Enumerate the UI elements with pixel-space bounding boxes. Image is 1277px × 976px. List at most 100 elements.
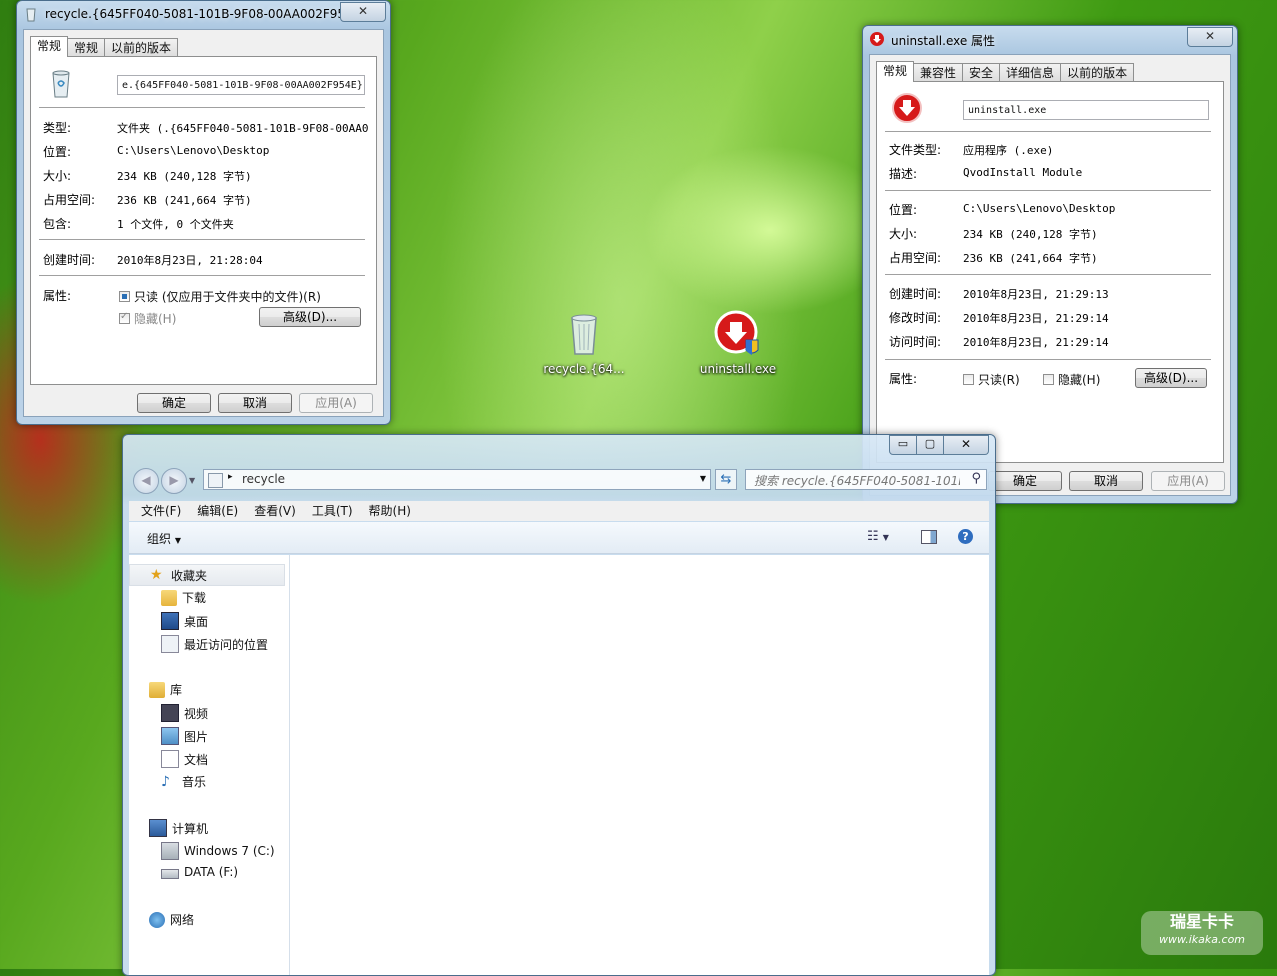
watermark-logo: 瑞星卡卡 www.ikaka.com [1141, 911, 1263, 955]
nav-network[interactable]: 网络 [149, 911, 194, 928]
search-box[interactable]: 搜索 recycle.{645FF040-5081-101B... ⚲ [745, 469, 987, 490]
close-button[interactable]: ✕ [944, 435, 989, 455]
nav-desktop[interactable]: 桌面 [161, 612, 208, 630]
menu-bar: 文件(F) 编辑(E) 查看(V) 工具(T) 帮助(H) [129, 501, 989, 521]
tab-previous-versions[interactable]: 以前的版本 [104, 38, 179, 57]
file-list-pane[interactable] [290, 555, 989, 975]
modified-label: 修改时间: [889, 311, 942, 325]
menu-view[interactable]: 查看(V) [254, 504, 296, 518]
nav-drive-f[interactable]: DATA (F:) [161, 865, 238, 879]
tab-general[interactable]: 常规 [876, 61, 915, 82]
tab-general-2[interactable]: 常规 [67, 38, 106, 57]
divider [885, 190, 1211, 191]
nav-documents[interactable]: 文档 [161, 750, 208, 768]
apply-button[interactable]: 应用(A) [299, 393, 373, 413]
tab-panel: e.{645FF040-5081-101B-9F08-00AA002F954E}… [30, 56, 377, 385]
address-text: recycle [242, 472, 286, 486]
nav-music[interactable]: ♪ 音乐 [161, 773, 206, 790]
organize-button[interactable]: 组织 ▼ [147, 530, 181, 547]
nav-label: 库 [170, 683, 183, 697]
menu-help[interactable]: 帮助(H) [369, 504, 411, 518]
pictures-icon [161, 727, 179, 745]
refresh-button[interactable]: ⇆ [715, 469, 737, 490]
nav-label: 图片 [184, 729, 209, 744]
ok-button[interactable]: 确定 [988, 471, 1062, 491]
window-title: recycle.{645FF040-5081-101B-9F08-00AA002… [45, 7, 357, 21]
tab-general[interactable]: 常规 [30, 36, 69, 57]
title-bar[interactable]: recycle.{645FF040-5081-101B-9F08-00AA002… [17, 1, 390, 27]
location-label: 位置: [889, 203, 918, 217]
tab-compatibility[interactable]: 兼容性 [913, 63, 964, 82]
nav-videos[interactable]: 视频 [161, 704, 208, 722]
advanced-button[interactable]: 高级(D)... [259, 307, 361, 327]
readonly-checkbox[interactable] [119, 291, 130, 302]
contains-label: 包含: [43, 217, 72, 231]
folder-icon [45, 67, 77, 102]
created-value: 2010年8月23日, 21:28:04 [117, 254, 263, 267]
address-bar[interactable]: ▸ recycle ▼ [203, 469, 711, 490]
search-placeholder: 搜索 recycle.{645FF040-5081-101B... [754, 474, 960, 488]
hidden-checkbox[interactable] [1043, 374, 1054, 385]
nav-drive-c[interactable]: Windows 7 (C:) [161, 842, 275, 860]
location-value: C:\Users\Lenovo\Desktop [963, 202, 1116, 215]
divider [885, 131, 1211, 132]
hidden-checkbox-label: 隐藏(H) [1058, 373, 1101, 387]
uninstall-exe-icon [869, 31, 885, 47]
nav-favorites[interactable]: ★ 收藏夹 [129, 564, 285, 586]
library-icon [149, 681, 165, 698]
name-field[interactable]: uninstall.exe [963, 100, 1209, 120]
menu-file[interactable]: 文件(F) [141, 504, 181, 518]
nav-computer[interactable]: 计算机 [149, 819, 208, 837]
accessed-value: 2010年8月23日, 21:29:14 [963, 336, 1109, 349]
change-view-icon[interactable]: ☷ ▼ [867, 529, 889, 544]
close-button[interactable]: ✕ [1187, 27, 1233, 47]
explorer-window: ▭ ▢ ✕ ◀ ▶ ▼ ▸ recycle ▼ ⇆ 搜索 recycle.{64… [122, 434, 996, 976]
tab-security[interactable]: 安全 [962, 63, 1001, 82]
nav-label: 音乐 [182, 775, 207, 789]
apply-button[interactable]: 应用(A) [1151, 471, 1225, 491]
tab-strip: 常规 常规 以前的版本 [30, 36, 179, 57]
nav-pictures[interactable]: 图片 [161, 727, 208, 745]
address-dropdown-icon[interactable]: ▼ [700, 474, 706, 483]
help-icon[interactable]: ? [958, 529, 973, 544]
recycle-properties-window: recycle.{645FF040-5081-101B-9F08-00AA002… [16, 0, 391, 425]
attributes-label: 属性: [43, 289, 72, 303]
desktop-icon-label: recycle.{64... [543, 362, 625, 376]
forward-button[interactable]: ▶ [161, 468, 187, 494]
window-controls: ▭ ▢ ✕ [889, 435, 989, 455]
desktop-icon-recycle[interactable]: recycle.{64... [539, 310, 629, 376]
uninstall-properties-window: uninstall.exe 属性 ✕ 常规 兼容性 安全 详细信息 以前的版本 … [862, 25, 1238, 504]
window-title: uninstall.exe 属性 [891, 34, 996, 48]
tab-details[interactable]: 详细信息 [999, 63, 1062, 82]
minimize-button[interactable]: ▭ [889, 435, 917, 455]
uninstall-exe-icon [714, 310, 762, 358]
advanced-button[interactable]: 高级(D)... [1135, 368, 1207, 388]
cancel-button[interactable]: 取消 [218, 393, 292, 413]
menu-tools[interactable]: 工具(T) [312, 504, 353, 518]
desktop-icon-uninstall[interactable]: uninstall.exe [693, 310, 783, 376]
nav-downloads[interactable]: 下载 [161, 589, 206, 606]
size-on-disk-value: 236 KB (241,664 字节) [117, 194, 252, 207]
nav-libraries[interactable]: 库 [149, 681, 182, 698]
cancel-button[interactable]: 取消 [1069, 471, 1143, 491]
preview-pane-icon[interactable] [921, 530, 937, 544]
back-button[interactable]: ◀ [133, 468, 159, 494]
watermark-sub: www.ikaka.com [1158, 933, 1246, 946]
hidden-checkbox[interactable] [119, 311, 130, 324]
maximize-button[interactable]: ▢ [917, 435, 944, 455]
tab-previous-versions[interactable]: 以前的版本 [1060, 63, 1135, 82]
ok-button[interactable]: 确定 [137, 393, 211, 413]
breadcrumb-arrow-icon: ▸ [228, 472, 233, 482]
nav-recent-places[interactable]: 最近访问的位置 [161, 635, 268, 653]
music-icon: ♪ [161, 773, 170, 790]
tab-strip: 常规 兼容性 安全 详细信息 以前的版本 [876, 61, 1135, 82]
close-button[interactable]: ✕ [340, 2, 386, 22]
readonly-checkbox[interactable] [963, 374, 974, 385]
recent-pages-dropdown[interactable]: ▼ [189, 476, 195, 485]
title-bar[interactable]: uninstall.exe 属性 ✕ [863, 26, 1237, 52]
nav-label: 网络 [170, 913, 195, 927]
drive-f-icon [161, 869, 179, 879]
nav-label: 收藏夹 [171, 568, 208, 583]
menu-edit[interactable]: 编辑(E) [197, 504, 238, 518]
name-field[interactable]: e.{645FF040-5081-101B-9F08-00AA002F954E} [117, 75, 365, 95]
